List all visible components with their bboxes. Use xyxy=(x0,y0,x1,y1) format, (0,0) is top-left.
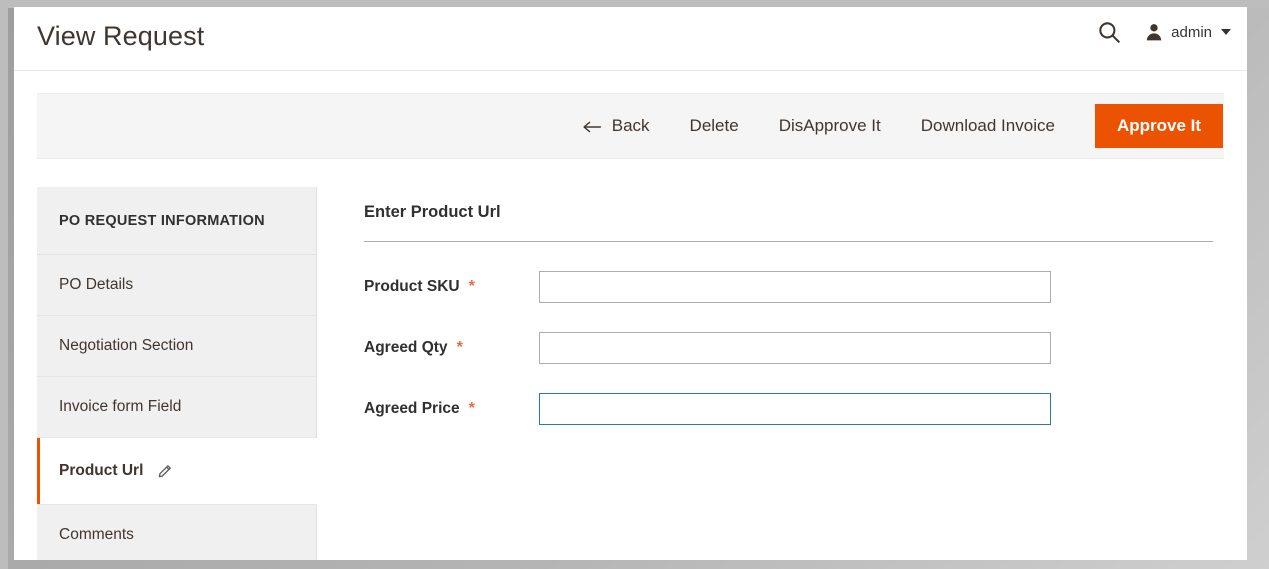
screenshot-frame: View Request admin Back Delete DisApprov… xyxy=(0,0,1269,569)
disapprove-button[interactable]: DisApprove It xyxy=(779,116,881,136)
form-legend: Enter Product Url xyxy=(364,203,1213,242)
product-url-form: Enter Product Url Product SKU * Agreed Q… xyxy=(317,187,1224,425)
sidebar-item-label: Product Url xyxy=(59,462,144,479)
download-invoice-button[interactable]: Download Invoice xyxy=(921,116,1055,136)
required-asterisk: * xyxy=(468,400,475,417)
field-label-agreed-price: Agreed Price * xyxy=(364,400,539,418)
approve-button[interactable]: Approve It xyxy=(1094,104,1223,148)
field-label-text: Agreed Qty xyxy=(364,339,448,356)
sidebar-item-product-url[interactable]: Product Url xyxy=(37,438,317,505)
sidebar-item-po-details[interactable]: PO Details xyxy=(37,255,316,316)
arrow-left-icon xyxy=(582,119,602,133)
sidebar-title: PO REQUEST INFORMATION xyxy=(37,187,316,255)
pencil-icon xyxy=(157,464,172,479)
required-asterisk: * xyxy=(468,278,475,295)
field-label-text: Product SKU xyxy=(364,278,460,295)
sidebar-item-comments[interactable]: Comments xyxy=(37,505,316,560)
sidebar-item-label: Comments xyxy=(59,526,134,543)
agreed-price-input[interactable] xyxy=(539,393,1051,425)
required-asterisk: * xyxy=(456,339,463,356)
header-actions: admin xyxy=(1096,19,1235,45)
admin-page: View Request admin Back Delete DisApprov… xyxy=(14,7,1247,560)
page-title: View Request xyxy=(37,21,205,51)
page-actions-toolbar: Back Delete DisApprove It Download Invoi… xyxy=(37,93,1224,159)
field-row-agreed-price: Agreed Price * xyxy=(364,393,1224,425)
download-invoice-button-label: Download Invoice xyxy=(920,116,1055,135)
sidebar-item-label: PO Details xyxy=(59,276,134,293)
field-row-product-sku: Product SKU * xyxy=(364,271,1224,303)
po-request-sidebar: PO REQUEST INFORMATION PO Details Negoti… xyxy=(37,187,317,560)
admin-header: View Request admin xyxy=(14,7,1247,71)
field-label-agreed-qty: Agreed Qty * xyxy=(364,339,539,357)
back-button[interactable]: Back xyxy=(582,116,650,136)
user-menu[interactable]: admin xyxy=(1140,20,1235,44)
field-row-agreed-qty: Agreed Qty * xyxy=(364,332,1224,364)
sidebar-item-label: Negotiation Section xyxy=(59,337,194,354)
sidebar-item-invoice-form-field[interactable]: Invoice form Field xyxy=(37,377,316,438)
agreed-qty-input[interactable] xyxy=(539,332,1051,364)
search-icon[interactable] xyxy=(1096,19,1122,45)
chevron-down-icon xyxy=(1221,29,1231,35)
page-main: PO REQUEST INFORMATION PO Details Negoti… xyxy=(37,159,1224,560)
product-sku-input[interactable] xyxy=(539,271,1051,303)
back-button-label: Back xyxy=(611,116,650,135)
sidebar-item-negotiation-section[interactable]: Negotiation Section xyxy=(37,316,316,377)
user-avatar-icon xyxy=(1144,22,1164,42)
sidebar-item-label: Invoice form Field xyxy=(59,398,182,415)
user-menu-label: admin xyxy=(1171,23,1212,41)
field-label-text: Agreed Price xyxy=(364,400,460,417)
delete-button[interactable]: Delete xyxy=(690,116,739,136)
disapprove-button-label: DisApprove It xyxy=(778,116,881,135)
delete-button-label: Delete xyxy=(689,116,739,135)
field-label-product-sku: Product SKU * xyxy=(364,278,539,296)
